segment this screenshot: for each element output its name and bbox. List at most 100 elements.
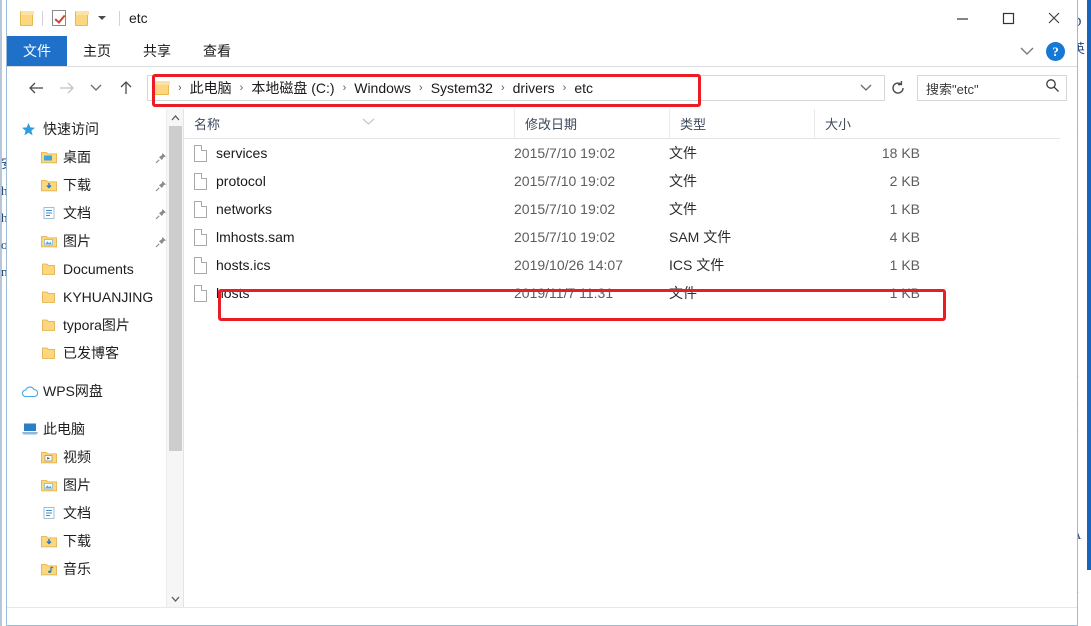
sidebar-item-typora-images[interactable]: typora图片 — [7, 311, 183, 339]
sidebar-item-kyhuanjing[interactable]: KYHUANJING — [7, 283, 183, 311]
sidebar-item-downloads[interactable]: 下载 — [7, 171, 183, 199]
downloads-folder-icon — [41, 534, 63, 548]
column-header-date-modified[interactable]: 修改日期 — [514, 109, 669, 138]
file-size-cell: 4 KB — [889, 229, 920, 245]
sidebar-item-quick-access[interactable]: 快速访问 — [7, 115, 183, 143]
tab-view[interactable]: 查看 — [187, 36, 247, 66]
file-icon — [194, 256, 207, 274]
close-button[interactable] — [1031, 0, 1077, 36]
sidebar-item-label: 图片 — [63, 477, 91, 493]
sidebar-item-label: 快速访问 — [43, 121, 99, 137]
breadcrumb-item-etc[interactable]: etc — [571, 80, 596, 96]
sidebar-item-pictures-pc[interactable]: 图片 — [7, 471, 183, 499]
sidebar-item-published-blogs[interactable]: 已发博客 — [7, 339, 183, 367]
breadcrumb-item-this-pc[interactable]: 此电脑 — [187, 78, 235, 98]
search-placeholder: 搜索"etc" — [926, 81, 979, 97]
window-controls — [939, 0, 1077, 36]
file-name: hosts — [216, 285, 250, 301]
tab-home[interactable]: 主页 — [67, 36, 127, 66]
sidebar-scrollbar-thumb[interactable] — [169, 126, 182, 451]
tab-share[interactable]: 共享 — [127, 36, 187, 66]
folder-icon[interactable] — [15, 5, 37, 31]
breadcrumb-chevron-down-icon[interactable] — [852, 79, 880, 97]
breadcrumb-item-system32[interactable]: System32 — [428, 80, 496, 96]
column-header-size[interactable]: 大小 — [814, 109, 944, 138]
file-icon — [194, 172, 207, 190]
file-size-cell: 1 KB — [889, 257, 920, 273]
navigation-tree: 快速访问 桌面 下载 文档 图片 Documents KYHUANJING ty… — [7, 109, 183, 583]
sidebar-item-pictures[interactable]: 图片 — [7, 227, 183, 255]
sidebar-item-downloads-pc[interactable]: 下载 — [7, 527, 183, 555]
file-name-cell[interactable]: networks — [184, 200, 514, 218]
up-arrow-icon[interactable] — [111, 73, 141, 103]
sidebar-item-this-pc[interactable]: 此电脑 — [7, 415, 183, 443]
breadcrumb-item-windows[interactable]: Windows — [351, 80, 414, 96]
scroll-down-arrow-icon[interactable] — [167, 590, 183, 607]
desktop-folder-icon — [41, 150, 63, 164]
table-row[interactable]: hosts 2019/11/7 11:31 文件 1 KB — [184, 279, 1077, 307]
pictures-folder-icon — [41, 234, 63, 248]
folder-icon — [41, 262, 63, 276]
window-title: etc — [129, 10, 148, 26]
properties-icon[interactable] — [48, 5, 70, 31]
file-size-cell: 18 KB — [881, 145, 920, 161]
scroll-up-arrow-icon[interactable] — [167, 109, 183, 126]
table-row[interactable]: networks 2015/7/10 19:02 文件 1 KB — [184, 195, 1077, 223]
sidebar-item-documents-pc[interactable]: 文档 — [7, 499, 183, 527]
file-name: networks — [216, 201, 273, 217]
file-explorer-window: etc 文件 主页 共享 查看 ? › 此电脑 › 本地磁盘 (C:) › Wi… — [6, 0, 1078, 626]
file-size-cell: 2 KB — [889, 173, 920, 189]
file-name-cell[interactable]: lmhosts.sam — [184, 228, 514, 246]
file-name-cell[interactable]: hosts — [184, 284, 514, 302]
file-date-cell: 2019/11/7 11:31 — [514, 285, 614, 301]
breadcrumb-item-local-disk-c[interactable]: 本地磁盘 (C:) — [248, 78, 337, 98]
sidebar-scrollbar[interactable] — [166, 109, 183, 607]
sidebar-item-documents[interactable]: 文档 — [7, 199, 183, 227]
file-type-cell: 文件 — [669, 285, 697, 301]
this-pc-icon — [21, 422, 43, 436]
sidebar-item-wps-cloud[interactable]: WPS网盘 — [7, 377, 183, 405]
minimize-button[interactable] — [939, 0, 985, 36]
breadcrumb-item-drivers[interactable]: drivers — [510, 80, 558, 96]
file-name-cell[interactable]: hosts.ics — [184, 256, 514, 274]
file-type-cell: 文件 — [669, 201, 697, 217]
file-name-cell[interactable]: services — [184, 144, 514, 162]
sidebar-item-videos[interactable]: 视频 — [7, 443, 183, 471]
table-row[interactable]: lmhosts.sam 2015/7/10 19:02 SAM 文件 4 KB — [184, 223, 1077, 251]
new-folder-icon[interactable] — [70, 5, 92, 31]
column-header-name[interactable]: 名称 — [184, 109, 514, 138]
help-icon[interactable]: ? — [1046, 42, 1065, 61]
file-date-cell: 2019/10/26 14:07 — [514, 257, 623, 273]
breadcrumb-separator: › — [342, 82, 347, 94]
toolbar-divider — [42, 10, 43, 26]
explorer-body: 快速访问 桌面 下载 文档 图片 Documents KYHUANJING ty… — [7, 109, 1077, 607]
sidebar-item-desktop[interactable]: 桌面 — [7, 143, 183, 171]
search-icon[interactable] — [1045, 78, 1060, 98]
file-size-cell: 1 KB — [889, 201, 920, 217]
sidebar-item-music[interactable]: 音乐 — [7, 555, 183, 583]
sidebar-item-documents-folder[interactable]: Documents — [7, 255, 183, 283]
folder-icon — [41, 346, 63, 360]
back-arrow-icon[interactable] — [21, 73, 51, 103]
sidebar-item-label: 视频 — [63, 449, 91, 465]
downloads-folder-icon — [41, 178, 63, 192]
file-date-cell: 2015/7/10 19:02 — [514, 173, 616, 189]
expand-ribbon-chevron-down-icon[interactable] — [1020, 43, 1034, 61]
recent-locations-chevron-down-icon[interactable] — [81, 73, 111, 103]
quick-access-caret-icon[interactable] — [98, 16, 106, 20]
file-name-cell[interactable]: protocol — [184, 172, 514, 190]
breadcrumb[interactable]: › 此电脑 › 本地磁盘 (C:) › Windows › System32 ›… — [147, 75, 885, 101]
file-type-cell: SAM 文件 — [669, 229, 732, 245]
refresh-icon[interactable] — [885, 80, 911, 96]
table-row[interactable]: hosts.ics 2019/10/26 14:07 ICS 文件 1 KB — [184, 251, 1077, 279]
column-header-type[interactable]: 类型 — [669, 109, 814, 138]
file-name: hosts.ics — [216, 257, 271, 273]
maximize-button[interactable] — [985, 0, 1031, 36]
search-input[interactable]: 搜索"etc" — [917, 75, 1067, 101]
table-row[interactable]: protocol 2015/7/10 19:02 文件 2 KB — [184, 167, 1077, 195]
videos-folder-icon — [41, 450, 63, 464]
table-row[interactable]: services 2015/7/10 19:02 文件 18 KB — [184, 139, 1077, 167]
tab-file[interactable]: 文件 — [7, 36, 67, 66]
file-pane-scrollbar[interactable] — [1060, 109, 1077, 607]
